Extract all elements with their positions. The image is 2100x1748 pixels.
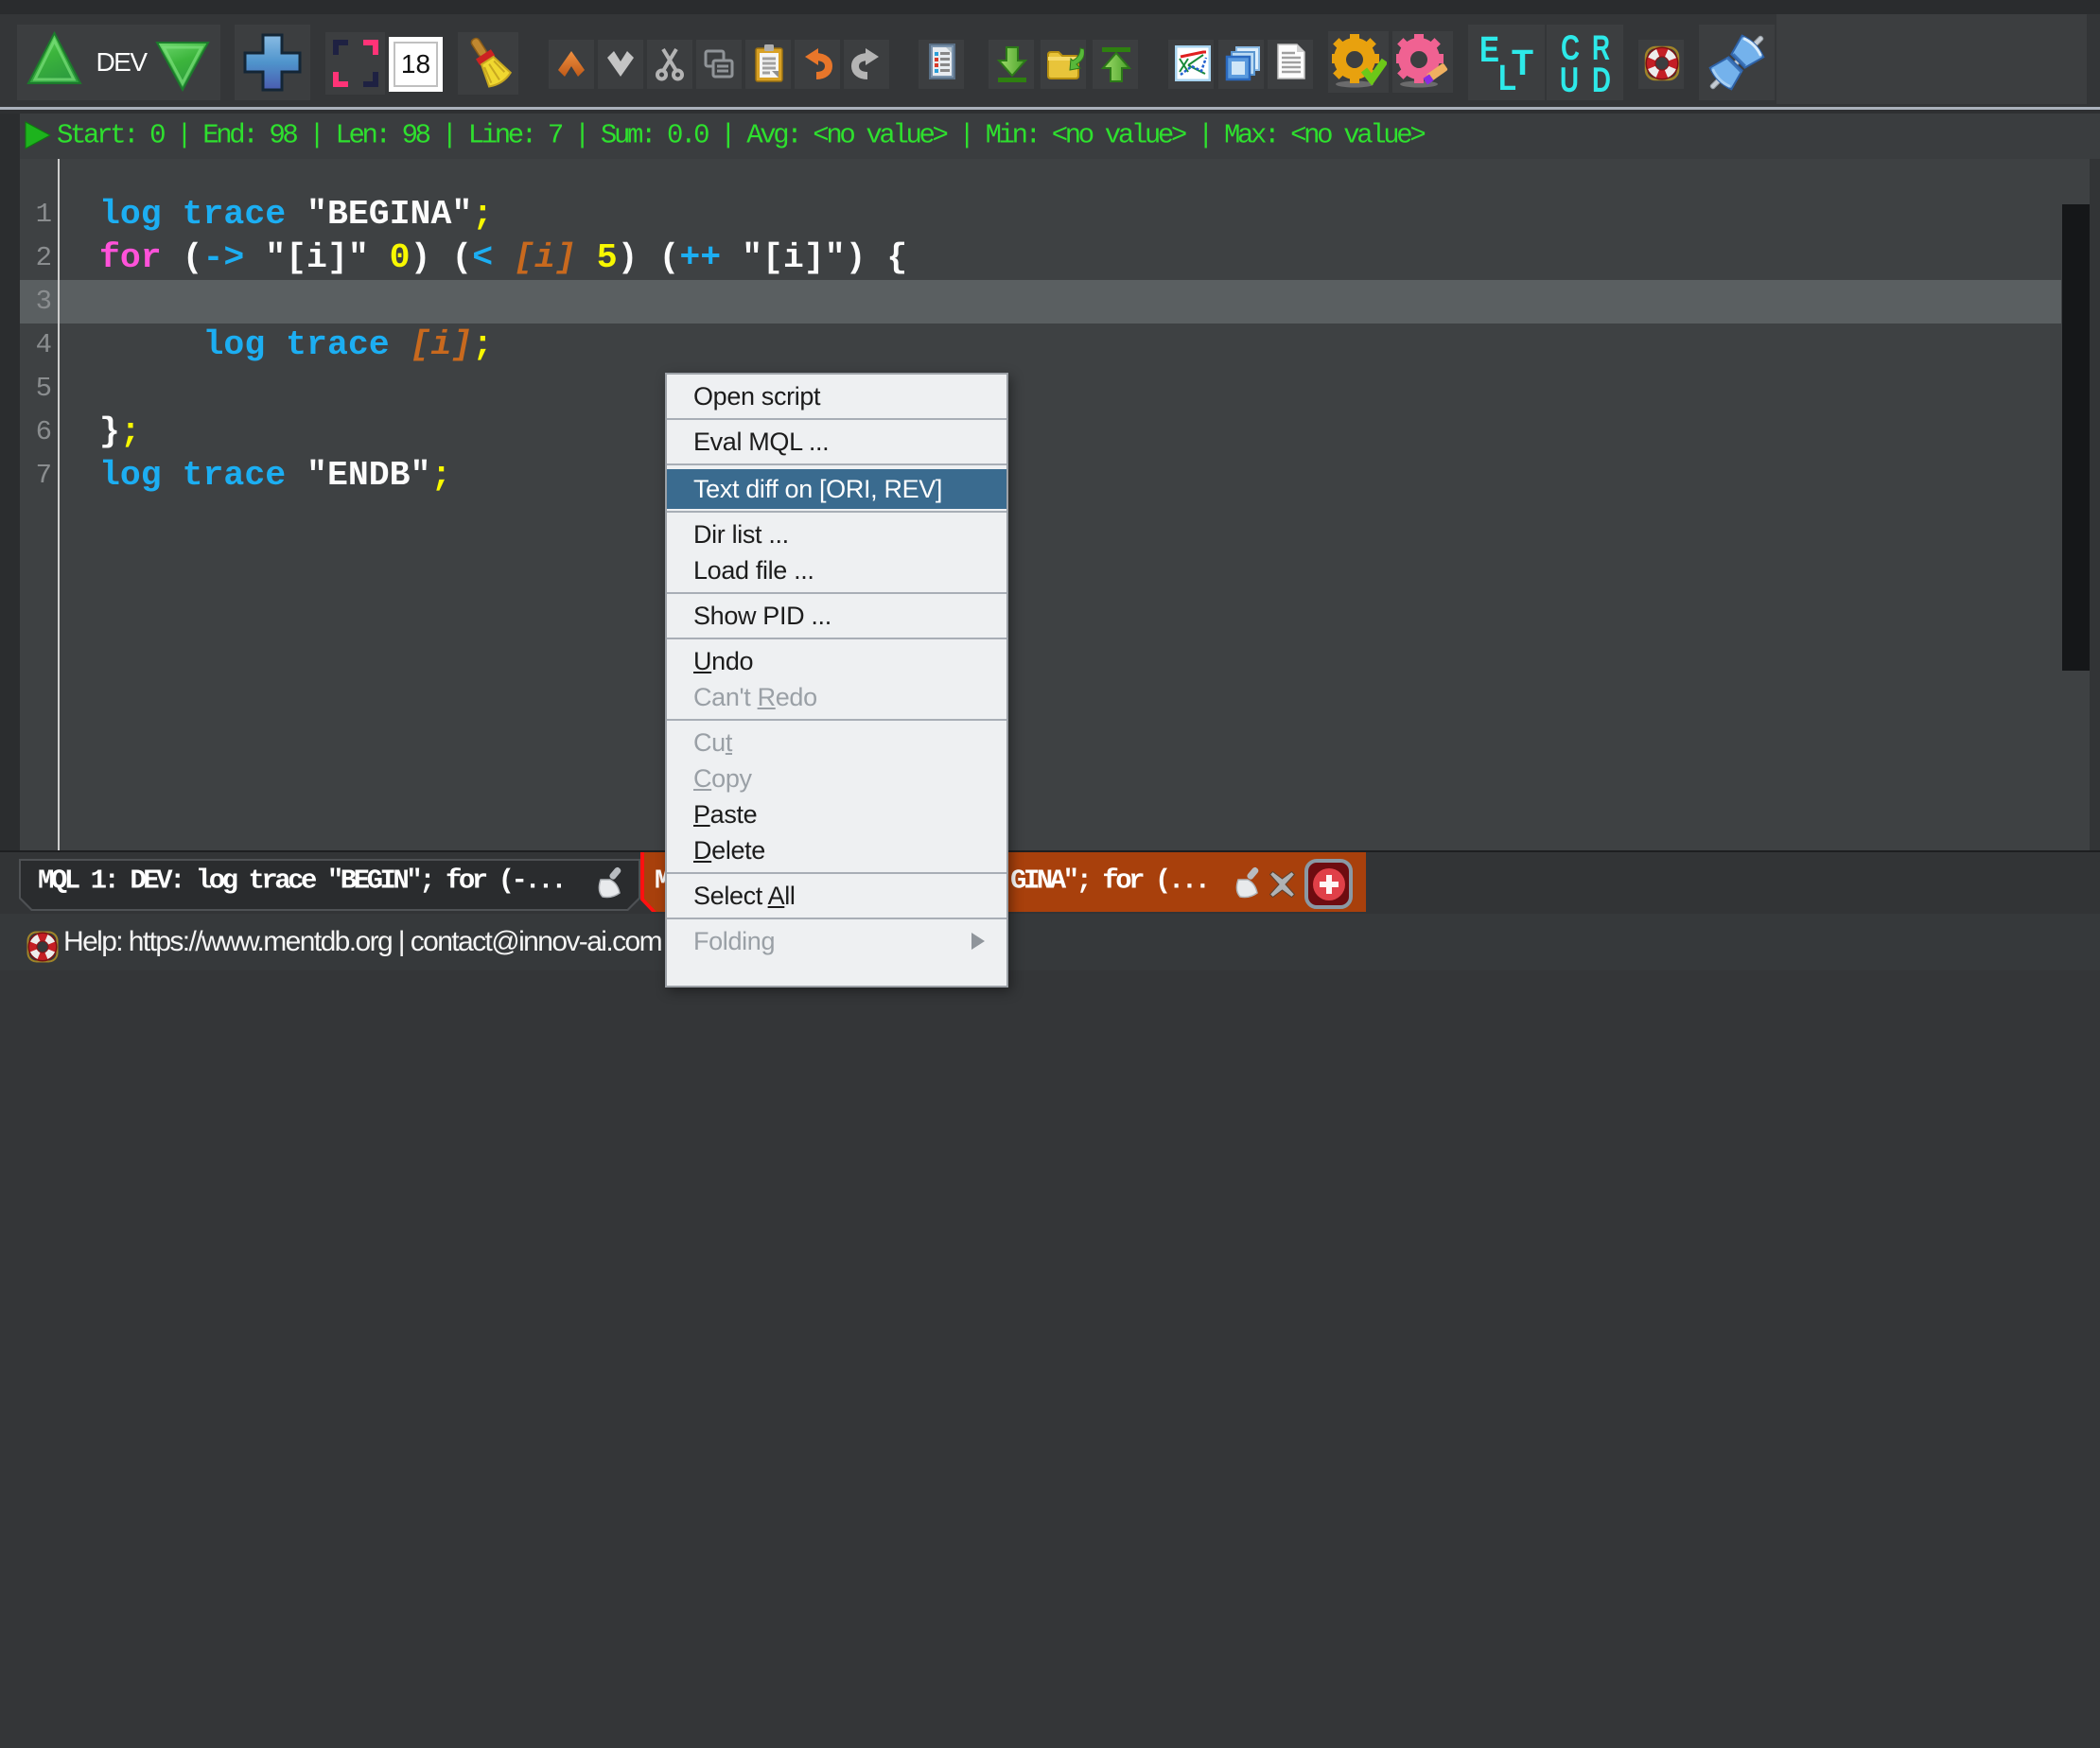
svg-text:U: U [1560,61,1579,99]
svg-text:E: E [1479,30,1499,70]
svg-text:L: L [1498,59,1516,98]
svg-text:D: D [1592,61,1611,99]
